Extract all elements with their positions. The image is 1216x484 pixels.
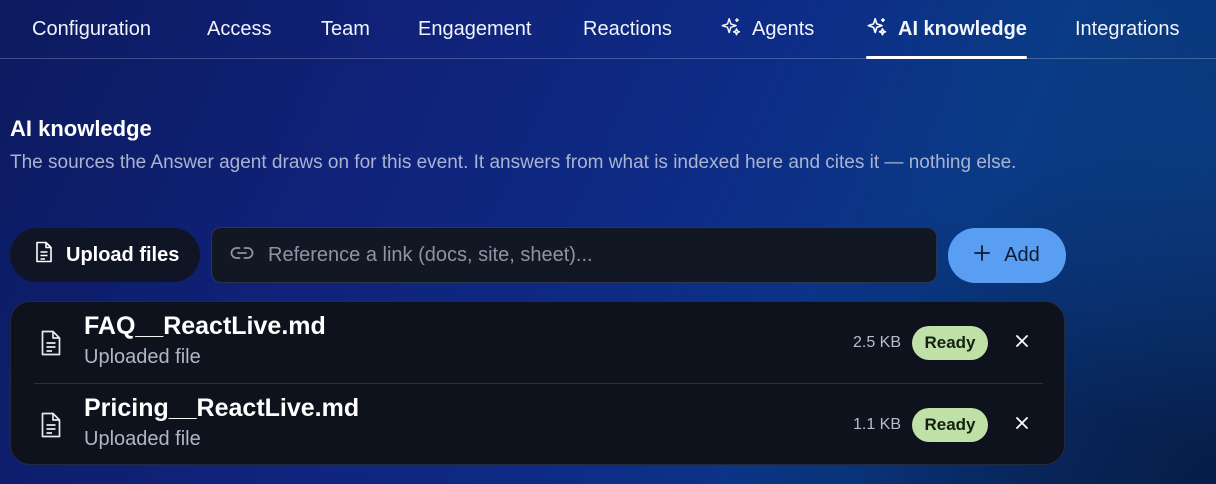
tab-agents[interactable]: Agents <box>720 0 814 59</box>
tab-engagement[interactable]: Engagement <box>418 0 531 59</box>
remove-file-button[interactable] <box>1010 413 1034 437</box>
knowledge-file-list: FAQ__ReactLive.md Uploaded file 2.5 KB R… <box>10 301 1065 465</box>
tab-team[interactable]: Team <box>321 0 370 59</box>
file-size: 2.5 KB <box>852 334 901 351</box>
remove-file-button[interactable] <box>1010 331 1034 355</box>
close-icon <box>1015 416 1029 435</box>
section-description: The sources the Answer agent draws on fo… <box>10 152 1017 173</box>
tab-ai-knowledge[interactable]: AI knowledge <box>866 0 1027 59</box>
file-name: Pricing__ReactLive.md <box>84 394 360 422</box>
reference-link-input[interactable] <box>268 228 936 282</box>
status-badge: Ready <box>912 408 988 442</box>
tab-label: AI knowledge <box>898 18 1027 40</box>
tab-label: Agents <box>752 18 815 40</box>
close-icon <box>1015 334 1029 353</box>
tab-reactions[interactable]: Reactions <box>583 0 672 59</box>
upload-files-label: Upload files <box>66 243 180 266</box>
upload-files-button[interactable]: Upload files <box>10 228 200 282</box>
tab-access[interactable]: Access <box>207 0 271 59</box>
document-icon <box>39 412 63 438</box>
tab-label: Team <box>321 18 370 40</box>
link-icon <box>230 245 254 266</box>
tab-configuration[interactable]: Configuration <box>32 0 151 59</box>
file-name: FAQ__ReactLive.md <box>84 312 326 340</box>
file-source: Uploaded file <box>84 428 201 450</box>
section-title: AI knowledge <box>10 116 152 141</box>
tab-integrations[interactable]: Integrations <box>1075 0 1180 59</box>
tab-label: Reactions <box>583 18 672 40</box>
file-size: 1.1 KB <box>852 416 901 433</box>
link-input-container <box>211 227 937 283</box>
document-icon <box>34 241 54 269</box>
file-source: Uploaded file <box>84 346 201 368</box>
tab-label: Integrations <box>1075 18 1180 40</box>
tab-label: Configuration <box>32 18 151 40</box>
file-row: Pricing__ReactLive.md Uploaded file 1.1 … <box>11 384 1064 466</box>
document-icon <box>39 330 63 356</box>
add-label: Add <box>1004 244 1040 266</box>
sparkles-icon <box>866 16 888 44</box>
sparkles-icon <box>720 16 742 44</box>
status-badge: Ready <box>912 326 988 360</box>
file-row: FAQ__ReactLive.md Uploaded file 2.5 KB R… <box>11 302 1064 384</box>
settings-tab-bar: Configuration Access Team Engagement Rea… <box>0 0 1216 59</box>
tab-label: Engagement <box>418 18 532 40</box>
tab-label: Access <box>207 18 272 40</box>
add-link-button[interactable]: Add <box>948 228 1066 283</box>
plus-icon <box>974 244 991 267</box>
